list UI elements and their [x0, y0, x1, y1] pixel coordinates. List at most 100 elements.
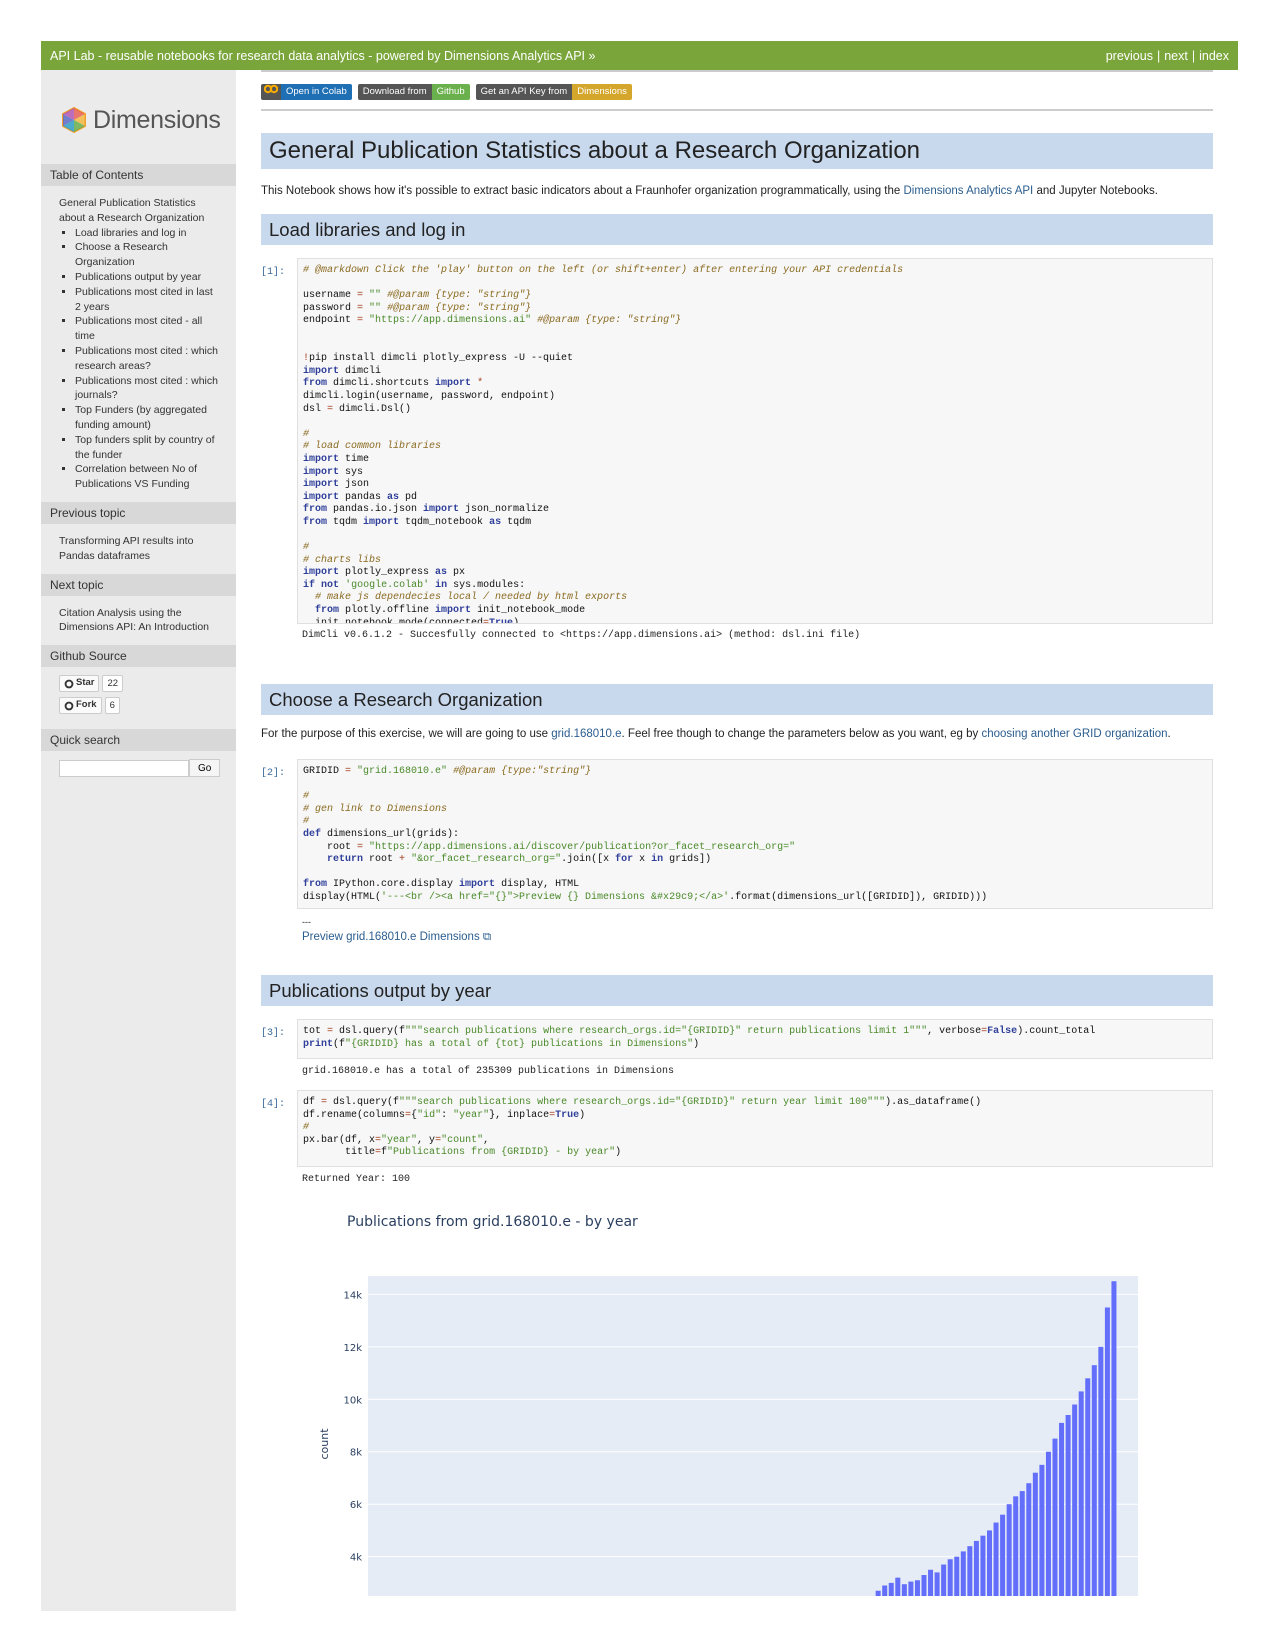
section-heading-choose: Choose a Research Organization — [261, 684, 1213, 715]
toc-item[interactable]: Top funders split by country of the fund… — [75, 433, 219, 463]
toc-item[interactable]: Publications most cited in last 2 years — [75, 285, 219, 315]
toc-item[interactable]: Correlation between No of Publications V… — [75, 462, 219, 492]
choose-grid-link[interactable]: choosing another GRID organization — [981, 728, 1167, 740]
bar[interactable] — [993, 1522, 999, 1596]
bar[interactable] — [1006, 1504, 1012, 1596]
toc-item-link[interactable]: Publications most cited : which journals… — [75, 375, 218, 402]
cell-output: grid.168010.e has a total of 235309 publ… — [302, 1066, 675, 1077]
toc-item-link[interactable]: Top funders split by country of the fund… — [75, 434, 215, 461]
bar[interactable] — [908, 1581, 914, 1596]
bar[interactable] — [1065, 1415, 1071, 1596]
bar[interactable] — [967, 1546, 973, 1596]
bar[interactable] — [941, 1564, 947, 1596]
toc-item-link[interactable]: Publications output by year — [75, 271, 201, 283]
api-key-badge[interactable]: Get an API Key from Dimensions — [475, 84, 632, 100]
y-tick-label: 6k — [350, 1500, 362, 1511]
github-star-button[interactable]: Star — [59, 675, 100, 693]
bar[interactable] — [1078, 1391, 1084, 1596]
bar[interactable] — [1091, 1365, 1097, 1596]
github-fork-button[interactable]: Fork — [59, 697, 102, 715]
next-topic-link[interactable]: Citation Analysis using the Dimensions A… — [59, 607, 209, 634]
bar[interactable] — [1026, 1483, 1032, 1596]
toc-item-link[interactable]: Choose a Research Organization — [75, 241, 168, 268]
y-axis-label: count — [318, 1428, 331, 1460]
bar[interactable] — [1098, 1346, 1104, 1596]
next-link[interactable]: next — [1164, 49, 1188, 63]
code-editor[interactable]: GRIDID = "grid.168010.e" #@param {type:"… — [297, 759, 1213, 909]
bar[interactable] — [1059, 1422, 1065, 1596]
bar[interactable] — [875, 1590, 881, 1596]
bar[interactable] — [947, 1559, 953, 1596]
bar[interactable] — [882, 1585, 888, 1596]
y-tick-label: 10k — [343, 1395, 362, 1406]
search-go-button[interactable]: Go — [189, 759, 221, 778]
y-tick-label: 8k — [350, 1448, 362, 1459]
site-title-link[interactable]: API Lab - reusable notebooks for researc… — [50, 49, 595, 63]
bar[interactable] — [888, 1582, 894, 1596]
bar[interactable] — [1045, 1451, 1051, 1596]
next-topic: Citation Analysis using the Dimensions A… — [41, 596, 236, 642]
bar[interactable] — [1104, 1307, 1110, 1596]
intro-text: This Notebook shows how it's possible to… — [261, 185, 904, 197]
preview-dimensions-link[interactable]: Preview grid.168010.e Dimensions ⧉ — [302, 931, 491, 943]
toc-item[interactable]: Top Funders (by aggregated funding amoun… — [75, 403, 219, 433]
bar[interactable] — [901, 1584, 907, 1596]
code-editor[interactable]: # @markdown Click the 'play' button on t… — [297, 258, 1213, 624]
bar[interactable] — [914, 1580, 920, 1596]
index-link[interactable]: index — [1199, 49, 1229, 63]
open-in-colab-badge[interactable]: Open in Colab — [261, 84, 352, 100]
toc-item-link[interactable]: Publications most cited - all time — [75, 315, 202, 342]
intro-text: and Jupyter Notebooks. — [1033, 185, 1158, 197]
cell-prompt: [2]: — [261, 768, 286, 779]
dimensions-api-link[interactable]: Dimensions Analytics API — [903, 185, 1033, 197]
bar[interactable] — [1000, 1514, 1006, 1596]
colab-icon — [261, 84, 281, 100]
toc-item[interactable]: Publications most cited - all time — [75, 314, 219, 344]
quick-search-heading: Quick search — [41, 729, 236, 752]
github-icon — [64, 701, 74, 710]
bar[interactable] — [980, 1535, 986, 1596]
toc-item[interactable]: Choose a Research Organization — [75, 240, 219, 270]
toc-item-link[interactable]: Top Funders (by aggregated funding amoun… — [75, 404, 207, 431]
toc-item-link[interactable]: Correlation between No of Publications V… — [75, 463, 197, 490]
bar[interactable] — [973, 1540, 979, 1596]
previous-link[interactable]: previous — [1106, 49, 1153, 63]
star-count[interactable]: 22 — [102, 675, 124, 693]
bar[interactable] — [1019, 1491, 1025, 1596]
toc-item-link[interactable]: Publications most cited in last 2 years — [75, 286, 213, 313]
bar[interactable] — [895, 1577, 901, 1596]
grid-link[interactable]: grid.168010.e — [551, 728, 621, 740]
previous-topic-link[interactable]: Transforming API results into Pandas dat… — [59, 535, 193, 562]
code-editor[interactable]: tot = dsl.query(f"""search publications … — [297, 1019, 1213, 1059]
bar[interactable] — [1013, 1496, 1019, 1596]
cell-prompt: [1]: — [261, 267, 286, 278]
toc-item[interactable]: Publications output by year — [75, 270, 219, 285]
toc-item-link[interactable]: Publications most cited : which research… — [75, 345, 218, 372]
bar[interactable] — [1032, 1472, 1038, 1596]
code-editor[interactable]: df = dsl.query(f"""search publications w… — [297, 1090, 1213, 1167]
toc-item[interactable]: Publications most cited : which research… — [75, 344, 219, 374]
toc-item-link[interactable]: Load libraries and log in — [75, 227, 187, 239]
quick-search: Go — [41, 751, 236, 783]
code-cell: [1]: # @markdown Click the 'play' button… — [261, 258, 1213, 624]
bar[interactable] — [1085, 1378, 1091, 1596]
fork-label: Fork — [76, 699, 97, 711]
bar[interactable] — [960, 1551, 966, 1596]
fork-count[interactable]: 6 — [104, 697, 120, 715]
bar[interactable] — [1039, 1464, 1045, 1596]
download-github-badge[interactable]: Download from Github — [357, 84, 470, 100]
toc-item[interactable]: Load libraries and log in — [75, 226, 219, 241]
toc-item[interactable]: Publications most cited : which journals… — [75, 374, 219, 404]
bar[interactable] — [1072, 1404, 1078, 1596]
bar[interactable] — [1052, 1438, 1058, 1596]
bar[interactable] — [1111, 1281, 1117, 1596]
bar[interactable] — [954, 1556, 960, 1596]
bar[interactable] — [928, 1569, 934, 1596]
search-input[interactable] — [59, 759, 189, 777]
toc-root-link[interactable]: General Publication Statistics about a R… — [59, 197, 204, 224]
bar[interactable] — [921, 1575, 927, 1596]
bar[interactable] — [987, 1530, 992, 1596]
previous-topic: Transforming API results into Pandas dat… — [41, 524, 236, 570]
bar[interactable] — [934, 1572, 940, 1596]
dimensions-logo[interactable]: Dimensions — [41, 70, 236, 142]
